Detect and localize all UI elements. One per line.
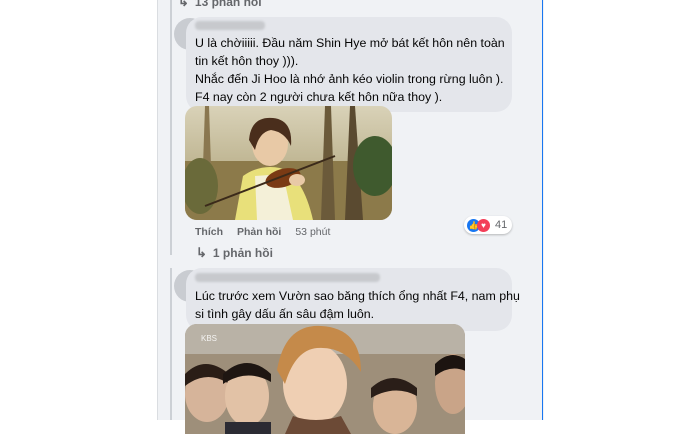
comment-line: Lúc trước xem Vườn sao băng thích ổng nh…: [195, 289, 520, 303]
commenter-name-redacted[interactable]: [195, 21, 265, 30]
like-action[interactable]: Thích: [195, 226, 223, 238]
outer-margin-right: [543, 0, 691, 420]
reply-action[interactable]: Phản hồi: [237, 226, 281, 238]
love-reaction-icon: ♥: [477, 218, 490, 232]
comment-line: U là chờiiiii. Đầu năm Shin Hye mở bát k…: [195, 36, 505, 50]
comment-bubble: U là chờiiiii. Đầu năm Shin Hye mở bát k…: [186, 17, 512, 112]
comment-line: F4 nay còn 2 người chưa kết hôn nữa thoy…: [195, 90, 443, 104]
reply-arrow-icon: ↳: [196, 245, 207, 260]
comment-actions: Thích Phản hồi 53 phút: [195, 226, 330, 238]
comment-line: Nhắc đến Ji Hoo là nhớ ảnh kéo violin tr…: [195, 72, 504, 86]
violin-photo-image: [185, 106, 392, 220]
comment-photo[interactable]: [185, 106, 392, 220]
group-photo-image: [185, 324, 465, 434]
reaction-summary[interactable]: 👍 ♥ 41: [464, 216, 513, 234]
comment-line: tin kết hôn thoy ))).: [195, 54, 299, 68]
comment-line: si tình gây dấu ấn sâu đậm luôn.: [195, 307, 375, 321]
comment-timestamp[interactable]: 53 phút: [295, 226, 330, 238]
outer-margin-left: [0, 0, 157, 420]
comment-photo[interactable]: KBS: [185, 324, 465, 434]
feed-edge-line: [542, 0, 543, 420]
thread-connector: [170, 268, 172, 420]
comment-bubble: Lúc trước xem Vườn sao băng thích ổng nh…: [186, 268, 520, 331]
photo-watermark: KBS: [201, 334, 218, 343]
commenter-name-redacted[interactable]: [195, 273, 380, 282]
view-replies-link[interactable]: ↳ 13 phản hồi: [178, 0, 262, 10]
thread-connector: [170, 0, 172, 255]
reaction-count: 41: [495, 219, 508, 231]
reply-arrow-icon: ↳: [178, 0, 189, 9]
view-replies-link[interactable]: ↳ 1 phản hồi: [196, 245, 273, 261]
